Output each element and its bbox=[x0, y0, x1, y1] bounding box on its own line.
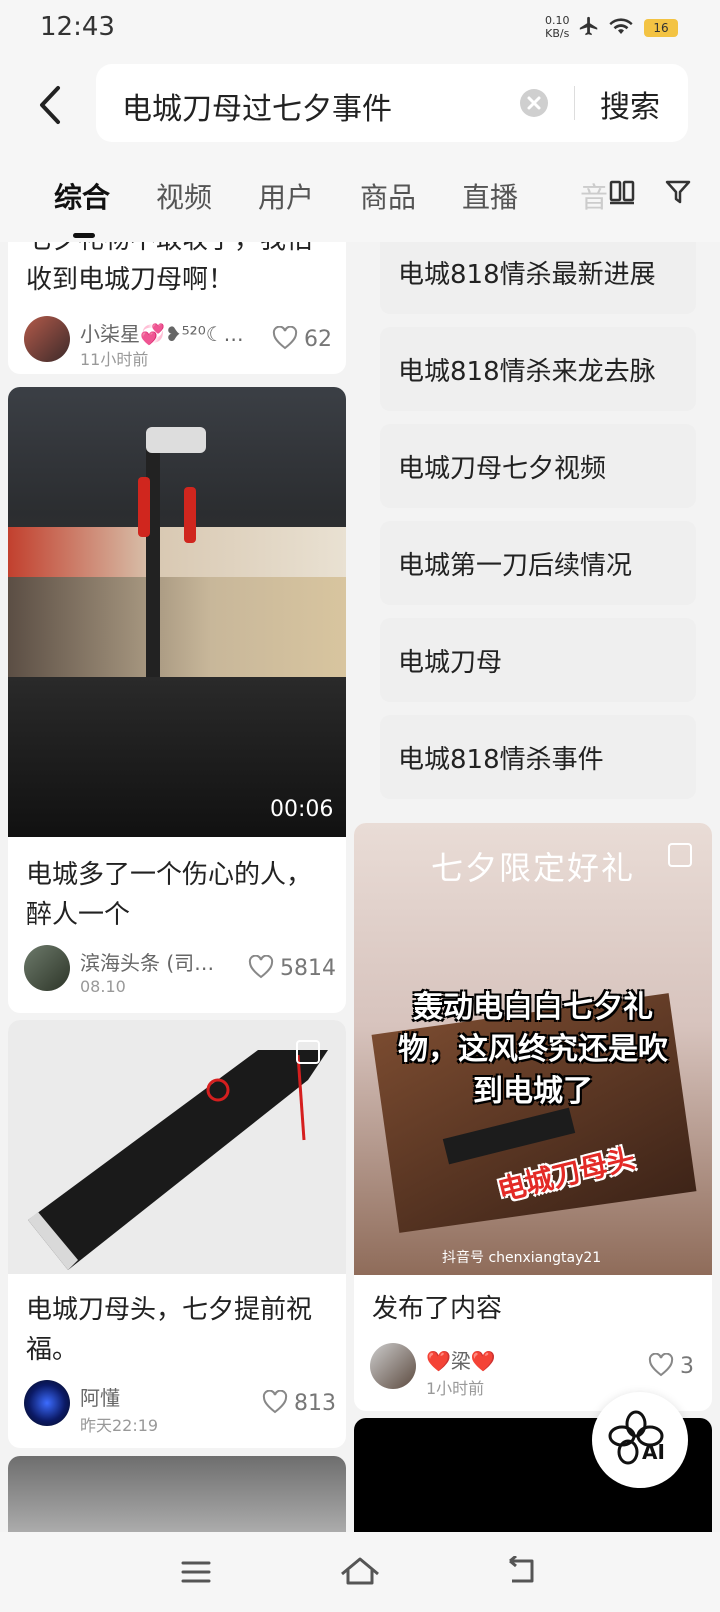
suggestion-chip[interactable]: 电城818情杀事件 bbox=[380, 715, 696, 799]
tab-live[interactable]: 直播 bbox=[462, 176, 518, 216]
search-input[interactable]: 电城刀母过七夕事件 搜索 bbox=[96, 64, 688, 142]
author-name[interactable]: 阿懂 bbox=[80, 1382, 230, 1411]
author-name[interactable]: 小柒星💞❥⁵²⁰☾… bbox=[80, 318, 250, 347]
like-count[interactable]: 5814 bbox=[248, 954, 336, 981]
suggestion-text: 电城刀母 bbox=[398, 648, 503, 678]
card-title: 发布了内容 bbox=[372, 1294, 503, 1324]
suggestion-chip[interactable]: 电城第一刀后续情况 bbox=[380, 521, 696, 605]
post-time: 1小时前 bbox=[426, 1379, 485, 1398]
post-time: 昨天22:19 bbox=[80, 1416, 159, 1435]
card-title-line: 醉人一个 bbox=[26, 900, 131, 930]
avatar[interactable] bbox=[24, 945, 70, 991]
menu-icon[interactable] bbox=[180, 1558, 212, 1586]
author-name[interactable]: ❤️梁❤️ bbox=[426, 1345, 576, 1374]
like-count-value: 3 bbox=[680, 1354, 694, 1379]
tab-music[interactable]: 音 bbox=[580, 176, 608, 216]
overlay-caption: 轰动电白白七夕礼 物，这风终究还是吹 到电城了 bbox=[354, 987, 712, 1113]
select-checkbox-icon[interactable] bbox=[668, 843, 692, 867]
like-count-value: 813 bbox=[294, 1391, 336, 1416]
like-count-value: 5814 bbox=[280, 956, 336, 981]
post-time: 11小时前 bbox=[80, 350, 149, 369]
tab-video[interactable]: 视频 bbox=[156, 176, 212, 216]
avatar[interactable] bbox=[24, 316, 70, 362]
post-image[interactable]: 七夕限定好礼 轰动电白白七夕礼 物，这风终究还是吹 到电城了 电城刀母头 抖音号… bbox=[354, 823, 712, 1275]
storefront-sign bbox=[8, 527, 346, 577]
author-name[interactable]: 滨海头条 (司… bbox=[80, 947, 230, 976]
tab-general[interactable]: 综合 bbox=[54, 176, 110, 216]
layout-toggle-icon[interactable] bbox=[608, 178, 636, 206]
search-button[interactable]: 搜索 bbox=[600, 82, 660, 126]
suggestion-text: 电城818情杀事件 bbox=[398, 745, 604, 775]
heart-icon bbox=[248, 954, 274, 979]
network-speed: 0.10 KB/s bbox=[545, 14, 570, 40]
category-tabs: 综合 视频 用户 商品 直播 音 bbox=[0, 154, 720, 242]
overlay-line: 轰动电白白七夕礼 bbox=[413, 990, 653, 1025]
system-nav-bar bbox=[0, 1532, 720, 1612]
heart-icon bbox=[648, 1352, 674, 1377]
lamp-lights bbox=[146, 427, 206, 453]
like-count-value: 62 bbox=[304, 327, 332, 352]
clear-icon[interactable] bbox=[520, 89, 548, 117]
battery-icon: 16 bbox=[644, 19, 678, 37]
divider bbox=[574, 86, 575, 120]
red-lantern bbox=[184, 487, 196, 543]
red-lantern bbox=[138, 477, 150, 537]
watermark: 抖音号 chenxiangtay21 bbox=[442, 1250, 602, 1266]
result-card[interactable]: 00:06 电城多了一个伤心的人， 醉人一个 滨海头条 (司… 08.10 58… bbox=[8, 387, 346, 1013]
storefront bbox=[8, 577, 346, 687]
results-feed: 七夕礼物不敢收了，我怕 收到电城刀母啊！ 小柒星💞❥⁵²⁰☾… 11小时前 62… bbox=[0, 242, 720, 1532]
like-count[interactable]: 62 bbox=[272, 325, 332, 352]
card-title-line: 电城多了一个伤心的人， bbox=[26, 860, 313, 890]
card-title-line: 福。 bbox=[26, 1335, 79, 1365]
result-card[interactable]: 七夕限定好礼 轰动电白白七夕礼 物，这风终究还是吹 到电城了 电城刀母头 抖音号… bbox=[354, 823, 712, 1411]
suggestion-text: 电城818情杀来龙去脉 bbox=[398, 357, 656, 387]
ai-flower-icon bbox=[608, 1410, 664, 1465]
net-speed-unit: KB/s bbox=[545, 27, 570, 40]
video-duration: 00:06 bbox=[270, 797, 334, 822]
video-thumbnail[interactable]: 00:06 bbox=[8, 387, 346, 837]
like-count[interactable]: 3 bbox=[648, 1352, 694, 1379]
suggestion-text: 电城第一刀后续情况 bbox=[398, 551, 633, 581]
post-image[interactable] bbox=[8, 1456, 346, 1532]
back-arrow-icon[interactable] bbox=[30, 80, 74, 130]
net-speed-value: 0.10 bbox=[545, 14, 570, 27]
suggestion-chip[interactable]: 电城818情杀最新进展 bbox=[380, 242, 696, 314]
search-header: 电城刀母过七夕事件 搜索 bbox=[0, 56, 720, 154]
post-time: 08.10 bbox=[80, 977, 126, 996]
suggestion-chip[interactable]: 电城818情杀来龙去脉 bbox=[380, 327, 696, 411]
overlay-line: 物，这风终究还是吹 bbox=[398, 1032, 668, 1067]
back-nav-icon[interactable] bbox=[504, 1556, 540, 1586]
suggestion-text: 电城刀母七夕视频 bbox=[398, 454, 607, 484]
avatar[interactable] bbox=[24, 1380, 70, 1426]
post-image[interactable] bbox=[8, 1020, 346, 1274]
clock: 12:43 bbox=[40, 12, 115, 42]
result-card[interactable]: 电城刀母头，七夕提前祝 福。 阿懂 昨天22:19 813 bbox=[8, 1020, 346, 1448]
overlay-line: 到电城了 bbox=[473, 1074, 593, 1109]
select-checkbox-icon[interactable] bbox=[296, 1040, 320, 1064]
ai-assistant-button[interactable]: AI bbox=[592, 1392, 688, 1488]
suggestion-chip[interactable]: 电城刀母七夕视频 bbox=[380, 424, 696, 508]
card-title-line: 七夕礼物不敢收了，我怕 bbox=[26, 242, 312, 260]
suggestion-chip[interactable]: 电城刀母 bbox=[380, 618, 696, 702]
result-card[interactable]: 七夕礼物不敢收了，我怕 收到电城刀母啊！ 小柒星💞❥⁵²⁰☾… 11小时前 62 bbox=[8, 242, 346, 374]
wifi-icon bbox=[609, 18, 633, 34]
status-bar: 12:43 0.10 KB/s 16 bbox=[0, 0, 720, 56]
airplane-icon bbox=[579, 16, 598, 36]
tab-users[interactable]: 用户 bbox=[258, 176, 314, 216]
search-query[interactable]: 电城刀母过七夕事件 bbox=[122, 84, 392, 128]
card-title-line: 电城刀母头，七夕提前祝 bbox=[26, 1295, 313, 1325]
home-icon[interactable] bbox=[338, 1554, 382, 1588]
heart-icon bbox=[262, 1389, 288, 1414]
heart-icon bbox=[272, 325, 298, 350]
ai-label: AI bbox=[642, 1440, 665, 1464]
filter-icon[interactable] bbox=[664, 178, 692, 206]
tab-products[interactable]: 商品 bbox=[360, 176, 416, 216]
like-count[interactable]: 813 bbox=[262, 1389, 336, 1416]
card-title-line: 收到电城刀母啊！ bbox=[26, 265, 235, 295]
result-card[interactable] bbox=[8, 1456, 346, 1532]
avatar[interactable] bbox=[370, 1343, 416, 1389]
suggestion-text: 电城818情杀最新进展 bbox=[398, 260, 656, 290]
overlay-heading: 七夕限定好礼 bbox=[430, 849, 635, 887]
active-tab-indicator bbox=[73, 233, 95, 238]
